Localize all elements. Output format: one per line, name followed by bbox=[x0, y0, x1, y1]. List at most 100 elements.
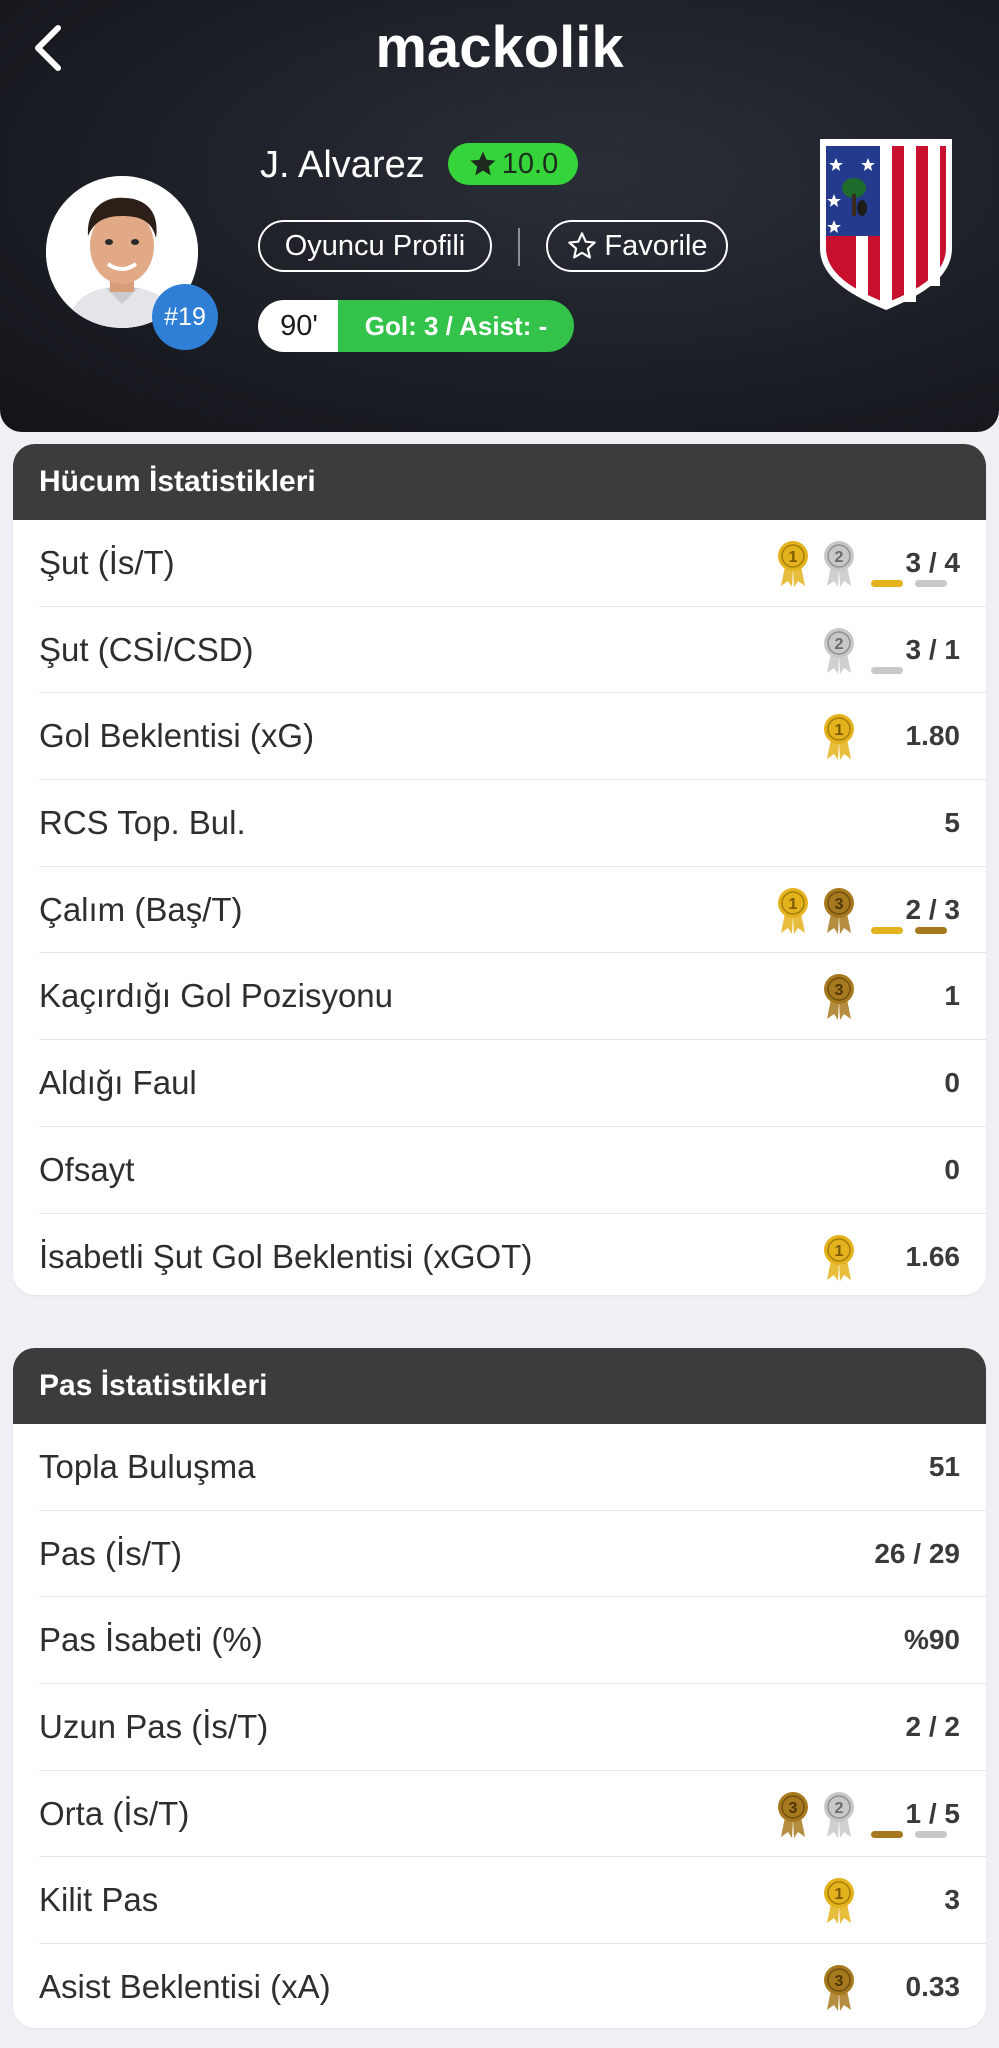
stat-row: Asist Beklentisi (xA) 3 0.33 bbox=[39, 1944, 986, 2028]
svg-text:3: 3 bbox=[835, 1973, 844, 1990]
attack-stats-card: Hücum İstatistikleri Şut (İs/T) 1 2 3 / 4 Şu… bbox=[13, 444, 986, 1295]
stat-value: 51 bbox=[928, 1451, 960, 1482]
svg-text:3: 3 bbox=[789, 1800, 798, 1817]
player-name: J. Alvarez bbox=[260, 144, 425, 186]
svg-text:2: 2 bbox=[835, 549, 844, 566]
stat-value: 2 / 2 bbox=[905, 1711, 960, 1743]
stat-value: 0 bbox=[944, 1067, 960, 1099]
stat-row: Aldığı Faul 0 bbox=[39, 1040, 986, 1127]
goals-assists-badge: Gol: 3 / Asist: - bbox=[338, 300, 574, 352]
stat-value: 1.66 bbox=[905, 1240, 961, 1272]
stat-label: RCS Top. Bul. bbox=[39, 804, 246, 842]
pass-stats-card: Pas İstatistikleri Topla Buluşma 51 Pas (İ… bbox=[13, 1348, 986, 2028]
stat-label: Topla Buluşma bbox=[39, 1448, 256, 1485]
bronze-medal-icon: 3 bbox=[824, 1965, 854, 2012]
svg-text:2: 2 bbox=[835, 1800, 844, 1817]
svg-text:1: 1 bbox=[835, 722, 844, 739]
stat-label: Çalım (Baş/T) bbox=[39, 890, 243, 928]
rank-bar-second bbox=[915, 1830, 947, 1838]
svg-text:1: 1 bbox=[835, 1886, 844, 1903]
stat-value: 1 bbox=[944, 980, 960, 1012]
stat-value: 3 / 4 bbox=[905, 547, 960, 578]
stat-row: Gol Beklentisi (xG) 1 1.80 bbox=[39, 693, 986, 781]
stat-label: Şut (İs/T) bbox=[39, 544, 175, 581]
silver-medal-icon: 2 bbox=[824, 541, 854, 587]
gold-medal-icon: 1 bbox=[778, 887, 808, 934]
stat-label: İsabetli Şut Gol Beklentisi (xGOT) bbox=[39, 1237, 533, 1275]
team-crest-icon bbox=[820, 139, 952, 310]
stat-row: Pas (İs/T) 26 / 29 bbox=[39, 1511, 986, 1598]
stat-value: %90 bbox=[903, 1624, 960, 1656]
stat-label: Şut (CSİ/CSD) bbox=[39, 630, 254, 668]
stat-row: Orta (İs/T) 3 2 1 / 5 bbox=[39, 1771, 986, 1858]
stat-row: Çalım (Baş/T) 1 3 2 / 3 bbox=[39, 867, 986, 954]
stat-row: Kaçırdığı Gol Pozisyonu 3 1 bbox=[39, 953, 986, 1041]
stat-row: Uzun Pas (İs/T) 2 / 2 bbox=[39, 1684, 986, 1771]
rank-bar-first bbox=[871, 580, 903, 587]
favorite-button[interactable]: Favorile bbox=[546, 220, 728, 272]
gold-medal-icon: 1 bbox=[824, 1234, 854, 1281]
bronze-medal-icon: 3 bbox=[778, 1791, 808, 1838]
stat-label: Kilit Pas bbox=[39, 1881, 159, 1919]
star-outline-icon bbox=[568, 232, 597, 259]
rank-bar-first bbox=[871, 1830, 903, 1838]
svg-text:1: 1 bbox=[789, 896, 798, 913]
stat-row: Şut (İs/T) 1 2 3 / 4 bbox=[39, 520, 986, 607]
player-profile-label: Oyuncu Profili bbox=[284, 229, 466, 262]
stat-row: Pas İsabeti (%) %90 bbox=[39, 1597, 986, 1685]
jersey-number-badge: #19 bbox=[152, 284, 218, 350]
stat-label: Asist Beklentisi (xA) bbox=[39, 1968, 331, 2006]
minutes-played: 90' bbox=[258, 300, 340, 352]
stat-value: 1 / 5 bbox=[905, 1797, 960, 1829]
silver-medal-icon: 2 bbox=[824, 1791, 854, 1838]
svg-text:3: 3 bbox=[835, 982, 844, 999]
stat-value: 1.80 bbox=[905, 720, 961, 752]
stat-value: 3 / 1 bbox=[905, 633, 960, 665]
stat-value: 0.33 bbox=[905, 1971, 961, 2003]
rank-bar-first bbox=[871, 666, 903, 674]
stat-label: Pas İsabeti (%) bbox=[39, 1621, 263, 1659]
gold-medal-icon: 1 bbox=[824, 1878, 854, 1925]
stat-value: 3 bbox=[944, 1884, 960, 1916]
gold-medal-icon: 1 bbox=[778, 541, 808, 587]
stat-label: Aldığı Faul bbox=[39, 1064, 197, 1102]
section-title: Pas İstatistikleri bbox=[13, 1348, 986, 1424]
bronze-medal-icon: 3 bbox=[824, 887, 854, 934]
rank-bar-first bbox=[871, 926, 903, 934]
stat-value: 0 bbox=[944, 1153, 960, 1185]
stat-label: Ofsayt bbox=[39, 1150, 135, 1188]
silver-medal-icon: 2 bbox=[824, 627, 854, 674]
svg-text:1: 1 bbox=[789, 549, 798, 566]
rating-value: 10.0 bbox=[501, 147, 559, 180]
favorite-label: Favorile bbox=[604, 229, 708, 262]
pass-stats-list: Topla Buluşma 51 Pas (İs/T) 26 / 29 Pas İsab… bbox=[13, 1424, 986, 2028]
svg-text:1: 1 bbox=[835, 1243, 844, 1260]
stat-value: 2 / 3 bbox=[905, 893, 960, 925]
player-header: mackolik #19 J. Alvarez 10.0 Oyuncu Prof… bbox=[0, 0, 999, 432]
bronze-medal-icon: 3 bbox=[824, 974, 854, 1021]
stat-value: 26 / 29 bbox=[874, 1537, 960, 1569]
stat-row: Ofsayt 0 bbox=[39, 1127, 986, 1214]
stat-label: Kaçırdığı Gol Pozisyonu bbox=[39, 977, 394, 1015]
rating-badge: 10.0 bbox=[448, 143, 578, 185]
rank-bar-second bbox=[915, 580, 947, 587]
stat-value: 5 bbox=[944, 807, 960, 839]
stat-row: Kilit Pas 1 3 bbox=[39, 1857, 986, 1945]
svg-text:3: 3 bbox=[835, 896, 844, 913]
player-profile-button[interactable]: Oyuncu Profili bbox=[258, 220, 492, 272]
brand-logo: mackolik bbox=[375, 15, 624, 80]
star-icon bbox=[470, 151, 496, 176]
stat-row: İsabetli Şut Gol Beklentisi (xGOT) 1 1.66 bbox=[39, 1214, 986, 1296]
gold-medal-icon: 1 bbox=[824, 714, 854, 761]
stat-row: Topla Buluşma 51 bbox=[39, 1424, 986, 1511]
attack-stats-list: Şut (İs/T) 1 2 3 / 4 Şut (CSİ/CSD) 2 3 / 1 Gol … bbox=[13, 520, 986, 1295]
stat-label: Orta (İs/T) bbox=[39, 1794, 190, 1832]
section-title: Hücum İstatistikleri bbox=[13, 444, 986, 520]
stat-row: RCS Top. Bul. 5 bbox=[39, 780, 986, 867]
stat-label: Gol Beklentisi (xG) bbox=[39, 717, 315, 755]
stat-label: Uzun Pas (İs/T) bbox=[39, 1708, 269, 1746]
stat-label: Pas (İs/T) bbox=[39, 1534, 183, 1572]
rank-bar-second bbox=[915, 926, 947, 934]
divider bbox=[518, 228, 520, 266]
stat-row: Şut (CSİ/CSD) 2 3 / 1 bbox=[39, 607, 986, 694]
